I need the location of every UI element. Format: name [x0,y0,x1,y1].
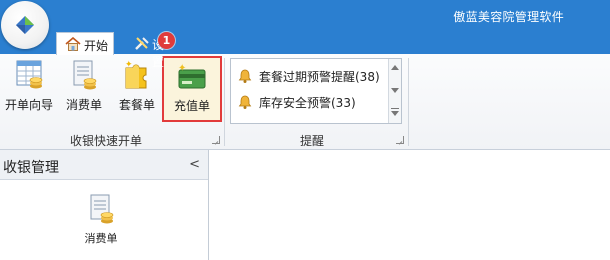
recharge-order-label: 充值单 [173,99,210,113]
reminder-group-launcher[interactable] [396,136,404,144]
consumption-receipt-icon [73,60,97,90]
svg-text:✦: ✦ [125,60,133,70]
sidebar-item-consumption-label: 消费单 [84,232,118,245]
tools-icon [134,35,150,54]
wizard-table-icon [16,60,43,89]
title-bar: 傲蓝美容院管理软件 [0,0,610,32]
app-menu-button[interactable] [1,1,49,49]
wizard-button-label: 开单向导 [4,98,53,112]
recharge-card-icon: ✦ [178,63,206,89]
cashier-group-label: 收银快速开单 [70,134,143,148]
puzzle-package-icon: ✦ [125,60,147,89]
home-icon [65,36,81,54]
panel-header: 收银管理 < [0,150,208,180]
wizard-button[interactable]: 开单向导 [4,58,54,116]
reminder-group-label: 提醒 [300,134,325,148]
main-content-area [209,150,610,260]
cashier-panel: 收银管理 < 消费单 [0,150,209,260]
scroll-up-icon[interactable] [391,65,399,70]
collapse-chevron-icon[interactable]: < [189,157,200,172]
ribbon: 开单向导 消费单 ✦ 套餐单 ✦ 充值单 收银快速开单 套餐过期预警提醒(38)… [0,54,610,150]
notification-badge: 1 [158,32,175,49]
consumption-order-button[interactable]: 消费单 [60,58,108,116]
sidebar-item-consumption[interactable]: 消费单 [76,192,126,246]
alerts-scrollbar[interactable] [388,59,401,123]
scroll-down-icon[interactable] [391,88,399,93]
group-separator [408,58,409,146]
alert-stock-safety-text: 库存安全预警(33) [259,96,356,110]
bell-icon [238,69,252,83]
consumption-order-label: 消费单 [65,98,102,112]
tab-start-label: 开始 [84,39,109,53]
recharge-order-button[interactable]: ✦ 充值单 [162,56,222,122]
app-logo-icon [16,16,34,34]
alerts-list: 套餐过期预警提醒(38) 库存安全预警(33) [230,58,402,124]
bell-icon [238,95,252,109]
app-title: 傲蓝美容院管理软件 [453,10,564,24]
cashier-group-launcher[interactable] [212,136,220,144]
svg-text:✦: ✦ [178,63,186,74]
consumption-receipt-icon [90,194,114,224]
panel-title: 收银管理 [3,160,59,176]
group-separator [224,58,225,146]
expand-gallery-bar [391,108,399,109]
package-order-label: 套餐单 [118,98,155,112]
tab-start[interactable]: 开始 [56,32,114,55]
expand-gallery-icon[interactable] [391,111,399,116]
alert-package-expiry-text: 套餐过期预警提醒(38) [259,70,380,84]
